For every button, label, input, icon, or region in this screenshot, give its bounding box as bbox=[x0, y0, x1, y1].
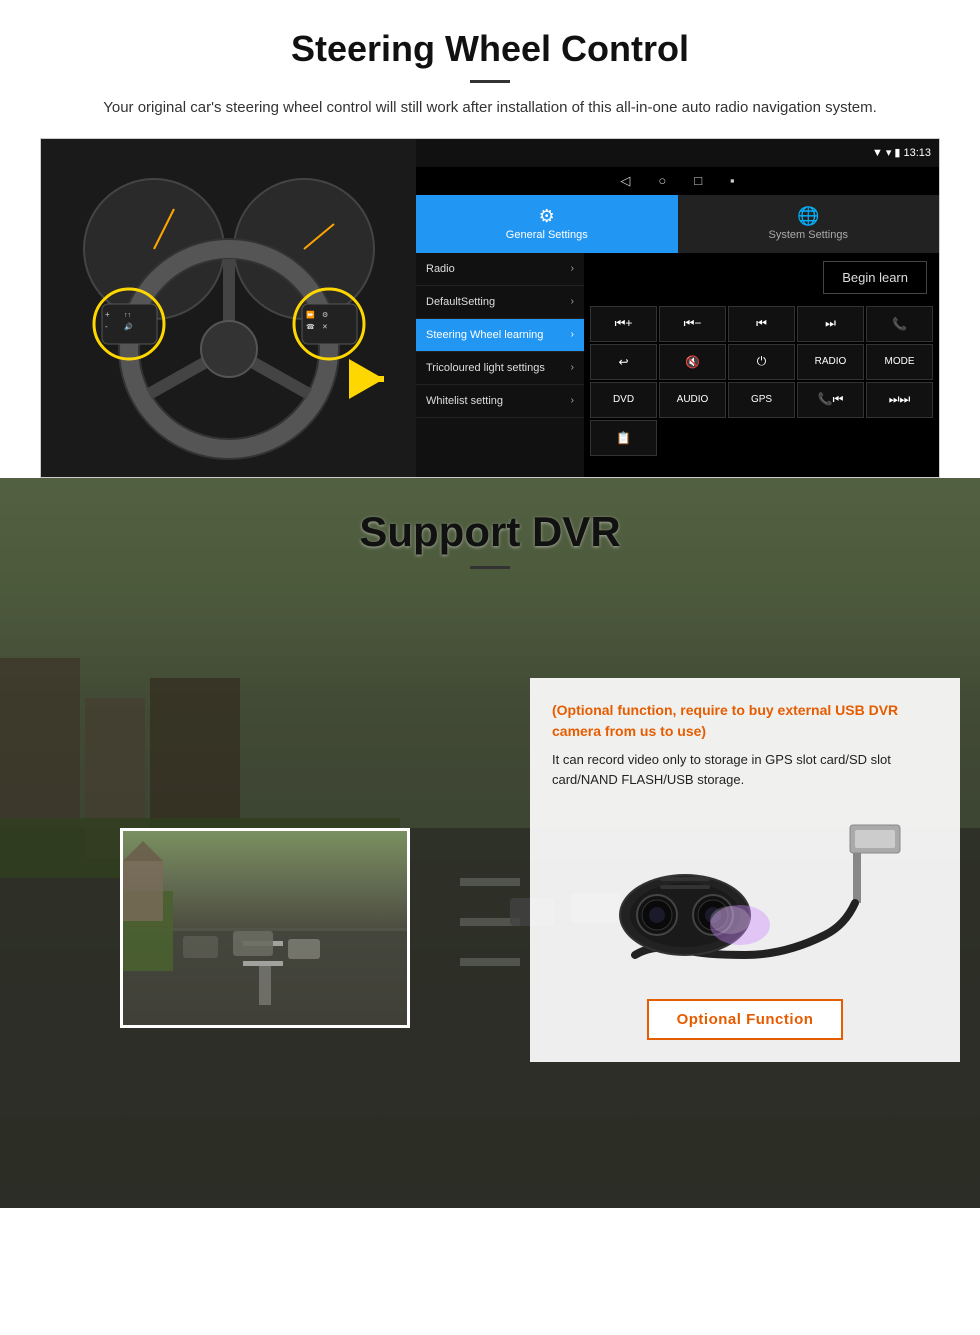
general-settings-icon: ⚙ bbox=[539, 206, 555, 227]
menu-steering-label: Steering Wheel learning bbox=[426, 329, 543, 341]
camera-svg bbox=[585, 815, 905, 975]
ctrl-back[interactable]: ↩ bbox=[590, 344, 657, 380]
steering-wheel-svg: + - ↑↑ 🔊 ⏩ ⚙ ☎ ✕ bbox=[54, 149, 404, 469]
ctrl-vol-down[interactable]: ⏮− bbox=[659, 306, 726, 342]
begin-learn-row: Begin learn bbox=[584, 253, 939, 302]
dvr-content: Support DVR bbox=[0, 478, 980, 569]
home-nav-icon[interactable]: ○ bbox=[658, 173, 666, 188]
menu-whitelist-label: Whitelist setting bbox=[426, 395, 503, 407]
system-settings-icon: 🌐 bbox=[797, 206, 819, 227]
ctrl-mode[interactable]: MODE bbox=[866, 344, 933, 380]
settings-menu: Radio › DefaultSetting › Steering Wheel … bbox=[416, 253, 584, 477]
settings-content: Begin learn ⏮+ ⏮− ⏮ ⏭ 📞 ↩ 🔇 ⏻ RADIO bbox=[584, 253, 939, 477]
menu-item-tricolour[interactable]: Tricoloured light settings › bbox=[416, 352, 584, 385]
control-buttons-grid: ⏮+ ⏮− ⏮ ⏭ 📞 ↩ 🔇 ⏻ RADIO MODE DVD AUDIO G… bbox=[584, 302, 939, 460]
svg-text:-: - bbox=[105, 322, 108, 331]
menu-nav-icon[interactable]: ▪ bbox=[730, 173, 735, 188]
status-time: 13:13 bbox=[903, 147, 931, 159]
ctrl-phone[interactable]: 📞 bbox=[866, 306, 933, 342]
menu-radio-label: Radio bbox=[426, 263, 455, 275]
svg-text:+: + bbox=[105, 310, 110, 319]
title-divider-1 bbox=[470, 80, 510, 83]
dvr-description: It can record video only to storage in G… bbox=[552, 750, 938, 792]
back-nav-icon[interactable]: ◁ bbox=[620, 173, 630, 189]
ctrl-radio[interactable]: RADIO bbox=[797, 344, 864, 380]
svg-text:⚙: ⚙ bbox=[322, 311, 328, 319]
menu-defaultsetting-arrow: › bbox=[571, 296, 574, 307]
menu-tricolour-label: Tricoloured light settings bbox=[426, 362, 545, 374]
statusbar-icons: ▼ ▾ ▮ 13:13 bbox=[872, 146, 931, 159]
menu-item-radio[interactable]: Radio › bbox=[416, 253, 584, 286]
steering-section: Steering Wheel Control Your original car… bbox=[0, 0, 980, 478]
dvr-optional-text: (Optional function, require to buy exter… bbox=[552, 700, 938, 742]
battery-icon: ▮ bbox=[894, 146, 900, 159]
svg-text:↑↑: ↑↑ bbox=[124, 312, 131, 319]
menu-item-steering[interactable]: Steering Wheel learning › bbox=[416, 319, 584, 352]
ctrl-power[interactable]: ⏻ bbox=[728, 344, 795, 380]
ctrl-gps[interactable]: GPS bbox=[728, 382, 795, 418]
signal-icon: ▼ bbox=[872, 147, 883, 159]
svg-text:🔊: 🔊 bbox=[124, 322, 133, 331]
menu-tricolour-arrow: › bbox=[571, 362, 574, 373]
ctrl-next[interactable]: ⏭ bbox=[797, 306, 864, 342]
ctrl-list[interactable]: 📋 bbox=[590, 420, 657, 456]
ctrl-skip-next[interactable]: ⏭⏭ bbox=[866, 382, 933, 418]
ctrl-phone-prev[interactable]: 📞⏮ bbox=[797, 382, 864, 418]
dvr-title: Support DVR bbox=[0, 508, 980, 556]
tab-general-label: General Settings bbox=[506, 229, 588, 241]
optional-function-button[interactable]: Optional Function bbox=[647, 999, 844, 1040]
steering-title: Steering Wheel Control bbox=[40, 28, 940, 70]
begin-learn-button[interactable]: Begin learn bbox=[823, 261, 927, 294]
dvr-camera-illustration bbox=[552, 805, 938, 985]
wifi-icon: ▾ bbox=[886, 146, 892, 159]
preview-scene-svg bbox=[123, 831, 410, 1028]
menu-defaultsetting-label: DefaultSetting bbox=[426, 296, 495, 308]
ctrl-dvd[interactable]: DVD bbox=[590, 382, 657, 418]
steering-photo: + - ↑↑ 🔊 ⏩ ⚙ ☎ ✕ bbox=[41, 139, 416, 478]
dvr-info-box: (Optional function, require to buy exter… bbox=[530, 678, 960, 1063]
recent-nav-icon[interactable]: □ bbox=[694, 173, 702, 188]
steering-subtitle: Your original car's steering wheel contr… bbox=[80, 97, 900, 120]
android-statusbar: ▼ ▾ ▮ 13:13 bbox=[416, 139, 939, 167]
menu-item-whitelist[interactable]: Whitelist setting › bbox=[416, 385, 584, 418]
ctrl-vol-up[interactable]: ⏮+ bbox=[590, 306, 657, 342]
settings-tabs: ⚙ General Settings 🌐 System Settings bbox=[416, 195, 939, 253]
android-panel: ▼ ▾ ▮ 13:13 ◁ ○ □ ▪ ⚙ General Settings bbox=[416, 139, 939, 477]
dvr-preview-inner bbox=[123, 831, 407, 1025]
menu-item-defaultsetting[interactable]: DefaultSetting › bbox=[416, 286, 584, 319]
svg-text:☎: ☎ bbox=[306, 323, 315, 331]
tab-system-label: System Settings bbox=[769, 229, 848, 241]
dvr-section: Support DVR (Optio bbox=[0, 478, 980, 1208]
menu-whitelist-arrow: › bbox=[571, 395, 574, 406]
svg-text:✕: ✕ bbox=[322, 324, 328, 331]
dvr-preview-thumbnail bbox=[120, 828, 410, 1028]
android-nav: ◁ ○ □ ▪ bbox=[416, 167, 939, 195]
dvr-title-divider bbox=[470, 566, 510, 569]
ctrl-prev[interactable]: ⏮ bbox=[728, 306, 795, 342]
menu-radio-arrow: › bbox=[571, 263, 574, 274]
ctrl-mute[interactable]: 🔇 bbox=[659, 344, 726, 380]
menu-steering-arrow: › bbox=[571, 329, 574, 340]
svg-text:⏩: ⏩ bbox=[306, 310, 315, 319]
tab-system[interactable]: 🌐 System Settings bbox=[678, 195, 940, 253]
steering-demo: + - ↑↑ 🔊 ⏩ ⚙ ☎ ✕ bbox=[40, 138, 940, 478]
ctrl-audio[interactable]: AUDIO bbox=[659, 382, 726, 418]
settings-body: Radio › DefaultSetting › Steering Wheel … bbox=[416, 253, 939, 477]
tab-general[interactable]: ⚙ General Settings bbox=[416, 195, 678, 253]
